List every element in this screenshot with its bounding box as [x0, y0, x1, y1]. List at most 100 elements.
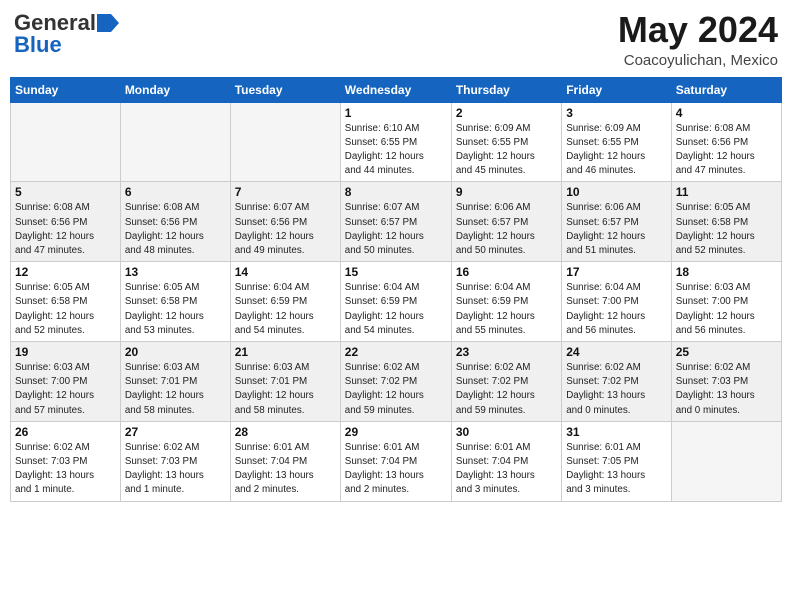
day-info: Sunrise: 6:01 AMSunset: 7:05 PMDaylight:… [566, 441, 667, 498]
day-info: Sunrise: 6:07 AMSunset: 6:57 PMDaylight:… [345, 201, 447, 258]
table-row: 20Sunrise: 6:03 AMSunset: 7:01 PMDayligh… [120, 342, 230, 422]
day-number: 6 [125, 185, 226, 199]
day-number: 5 [15, 185, 116, 199]
day-info: Sunrise: 6:05 AMSunset: 6:58 PMDaylight:… [15, 281, 116, 338]
table-row: 18Sunrise: 6:03 AMSunset: 7:00 PMDayligh… [671, 262, 781, 342]
day-info: Sunrise: 6:01 AMSunset: 7:04 PMDaylight:… [235, 441, 336, 498]
location: Coacoyulichan, Mexico [618, 52, 778, 69]
day-number: 8 [345, 185, 447, 199]
day-info: Sunrise: 6:01 AMSunset: 7:04 PMDaylight:… [456, 441, 557, 498]
table-row: 8 Sunrise: 6:07 AMSunset: 6:57 PMDaylight… [340, 182, 451, 262]
day-info: Sunrise: 6:03 AMSunset: 7:01 PMDaylight:… [125, 361, 226, 418]
day-info: Sunrise: 6:03 AMSunset: 7:00 PMDaylight:… [676, 281, 777, 338]
day-number: 27 [125, 425, 226, 439]
table-row: 11 Sunrise: 6:05 AMSunset: 6:58 PMDayligh… [671, 182, 781, 262]
table-row: 26Sunrise: 6:02 AMSunset: 7:03 PMDayligh… [11, 421, 121, 501]
month-title: May 2024 [618, 10, 778, 50]
day-number: 22 [345, 345, 447, 359]
table-row: 21Sunrise: 6:03 AMSunset: 7:01 PMDayligh… [230, 342, 340, 422]
col-thursday: Thursday [451, 77, 561, 102]
logo-icon [97, 14, 119, 32]
table-row: 30 Sunrise: 6:01 AMSunset: 7:04 PMDayligh… [451, 421, 561, 501]
day-number: 25 [676, 345, 777, 359]
col-friday: Friday [562, 77, 672, 102]
day-info: Sunrise: 6:03 AMSunset: 7:00 PMDaylight:… [15, 361, 116, 418]
table-row: 7 Sunrise: 6:07 AMSunset: 6:56 PMDaylight… [230, 182, 340, 262]
day-number: 15 [345, 265, 447, 279]
day-info: Sunrise: 6:06 AMSunset: 6:57 PMDaylight:… [456, 201, 557, 258]
table-row [230, 102, 340, 182]
day-number: 26 [15, 425, 116, 439]
table-row: 24 Sunrise: 6:02 AMSunset: 7:02 PMDayligh… [562, 342, 672, 422]
calendar-week-row: 12 Sunrise: 6:05 AMSunset: 6:58 PMDayligh… [11, 262, 782, 342]
calendar-table: Sunday Monday Tuesday Wednesday Thursday… [10, 77, 782, 502]
day-number: 4 [676, 106, 777, 120]
day-number: 10 [566, 185, 667, 199]
day-info: Sunrise: 6:02 AMSunset: 7:02 PMDaylight:… [456, 361, 557, 418]
day-number: 11 [676, 185, 777, 199]
table-row: 2 Sunrise: 6:09 AMSunset: 6:55 PMDaylight… [451, 102, 561, 182]
day-number: 7 [235, 185, 336, 199]
table-row: 16Sunrise: 6:04 AMSunset: 6:59 PMDayligh… [451, 262, 561, 342]
day-info: Sunrise: 6:05 AMSunset: 6:58 PMDaylight:… [125, 281, 226, 338]
table-row [11, 102, 121, 182]
day-number: 30 [456, 425, 557, 439]
day-number: 9 [456, 185, 557, 199]
day-info: Sunrise: 6:09 AMSunset: 6:55 PMDaylight:… [456, 122, 557, 179]
col-tuesday: Tuesday [230, 77, 340, 102]
title-area: May 2024 Coacoyulichan, Mexico [618, 10, 778, 69]
logo: General Blue [14, 10, 119, 58]
day-info: Sunrise: 6:06 AMSunset: 6:57 PMDaylight:… [566, 201, 667, 258]
calendar-week-row: 26 Sunrise: 6:02 AMSunset: 7:03 PMDayligh… [11, 421, 782, 501]
table-row: 9 Sunrise: 6:06 AMSunset: 6:57 PMDaylight… [451, 182, 561, 262]
day-number: 19 [15, 345, 116, 359]
day-number: 24 [566, 345, 667, 359]
day-info: Sunrise: 6:04 AMSunset: 6:59 PMDaylight:… [345, 281, 447, 338]
col-monday: Monday [120, 77, 230, 102]
day-number: 17 [566, 265, 667, 279]
day-info: Sunrise: 6:05 AMSunset: 6:58 PMDaylight:… [676, 201, 777, 258]
table-row: 5 Sunrise: 6:08 AMSunset: 6:56 PMDaylight… [11, 182, 121, 262]
table-row: 12 Sunrise: 6:05 AMSunset: 6:58 PMDayligh… [11, 262, 121, 342]
day-info: Sunrise: 6:02 AMSunset: 7:02 PMDaylight:… [566, 361, 667, 418]
col-saturday: Saturday [671, 77, 781, 102]
table-row: 25Sunrise: 6:02 AMSunset: 7:03 PMDayligh… [671, 342, 781, 422]
table-row: 4Sunrise: 6:08 AMSunset: 6:56 PMDaylight… [671, 102, 781, 182]
calendar-week-row: 19 Sunrise: 6:03 AMSunset: 7:00 PMDayligh… [11, 342, 782, 422]
day-info: Sunrise: 6:09 AMSunset: 6:55 PMDaylight:… [566, 122, 667, 179]
table-row: 22 Sunrise: 6:02 AMSunset: 7:02 PMDayligh… [340, 342, 451, 422]
day-number: 28 [235, 425, 336, 439]
table-row: 1 Sunrise: 6:10 AMSunset: 6:55 PMDaylight… [340, 102, 451, 182]
table-row: 31Sunrise: 6:01 AMSunset: 7:05 PMDayligh… [562, 421, 672, 501]
calendar-header-row: Sunday Monday Tuesday Wednesday Thursday… [11, 77, 782, 102]
day-number: 29 [345, 425, 447, 439]
table-row [120, 102, 230, 182]
table-row: 23 Sunrise: 6:02 AMSunset: 7:02 PMDayligh… [451, 342, 561, 422]
day-info: Sunrise: 6:01 AMSunset: 7:04 PMDaylight:… [345, 441, 447, 498]
table-row: 19 Sunrise: 6:03 AMSunset: 7:00 PMDayligh… [11, 342, 121, 422]
day-info: Sunrise: 6:08 AMSunset: 6:56 PMDaylight:… [125, 201, 226, 258]
table-row [671, 421, 781, 501]
day-info: Sunrise: 6:04 AMSunset: 7:00 PMDaylight:… [566, 281, 667, 338]
day-number: 3 [566, 106, 667, 120]
day-info: Sunrise: 6:03 AMSunset: 7:01 PMDaylight:… [235, 361, 336, 418]
table-row: 15 Sunrise: 6:04 AMSunset: 6:59 PMDayligh… [340, 262, 451, 342]
table-row: 17 Sunrise: 6:04 AMSunset: 7:00 PMDayligh… [562, 262, 672, 342]
day-info: Sunrise: 6:07 AMSunset: 6:56 PMDaylight:… [235, 201, 336, 258]
day-info: Sunrise: 6:08 AMSunset: 6:56 PMDaylight:… [15, 201, 116, 258]
day-info: Sunrise: 6:02 AMSunset: 7:02 PMDaylight:… [345, 361, 447, 418]
table-row: 6 Sunrise: 6:08 AMSunset: 6:56 PMDaylight… [120, 182, 230, 262]
day-number: 23 [456, 345, 557, 359]
table-row: 28 Sunrise: 6:01 AMSunset: 7:04 PMDayligh… [230, 421, 340, 501]
day-number: 12 [15, 265, 116, 279]
table-row: 27 Sunrise: 6:02 AMSunset: 7:03 PMDayligh… [120, 421, 230, 501]
day-info: Sunrise: 6:10 AMSunset: 6:55 PMDaylight:… [345, 122, 447, 179]
day-info: Sunrise: 6:04 AMSunset: 6:59 PMDaylight:… [235, 281, 336, 338]
day-number: 1 [345, 106, 447, 120]
day-info: Sunrise: 6:02 AMSunset: 7:03 PMDaylight:… [125, 441, 226, 498]
day-number: 13 [125, 265, 226, 279]
page-header: General Blue May 2024 Coacoyulichan, Mex… [10, 10, 782, 69]
day-number: 2 [456, 106, 557, 120]
col-wednesday: Wednesday [340, 77, 451, 102]
col-sunday: Sunday [11, 77, 121, 102]
